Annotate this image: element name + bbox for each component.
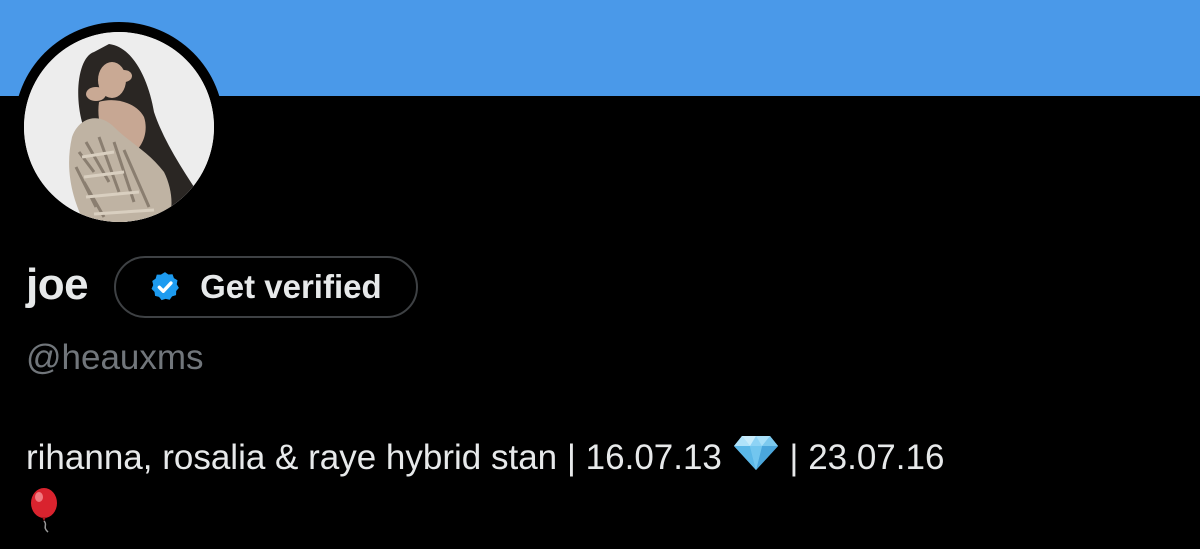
bio-date: | 23.07.16 — [789, 438, 945, 477]
bio-text: rihanna, rosalia & raye hybrid stan | 16… — [26, 438, 722, 477]
avatar[interactable] — [24, 32, 214, 222]
verified-badge-icon — [148, 270, 182, 304]
get-verified-button[interactable]: Get verified — [114, 256, 418, 318]
display-name: joe — [26, 260, 89, 309]
profile-name-row: joe Get verified — [26, 254, 418, 320]
gem-stone-icon — [732, 432, 780, 487]
username-handle: @heauxms — [26, 338, 204, 377]
profile-bio: rihanna, rosalia & raye hybrid stan | 16… — [26, 432, 1176, 548]
avatar-photo — [24, 32, 214, 222]
avatar-container[interactable] — [14, 22, 224, 232]
get-verified-label: Get verified — [200, 268, 382, 305]
balloon-icon — [26, 487, 66, 548]
